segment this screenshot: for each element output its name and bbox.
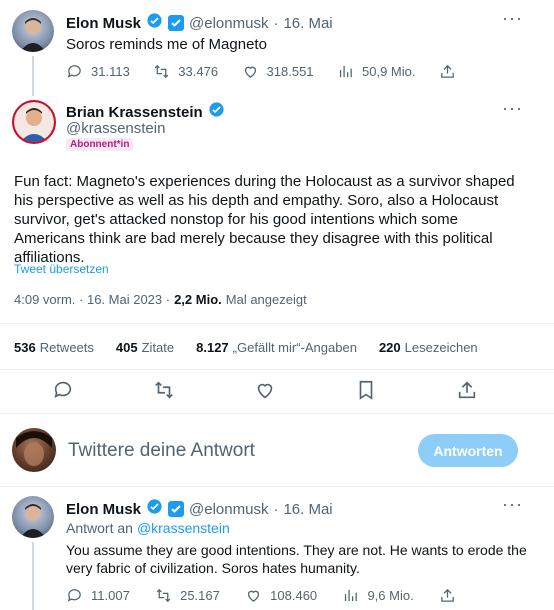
reply-count: 11.007 xyxy=(91,588,130,603)
views-button[interactable]: 50,9 Mio. xyxy=(337,63,416,80)
translate-link[interactable]: Tweet übersetzen xyxy=(14,262,109,276)
heart-icon[interactable] xyxy=(254,379,276,406)
tweet1-actions: 31.113 33.476 318.551 50,9 Mio. xyxy=(66,63,456,80)
tweet3-header: Elon Musk @elonmusk · 16. Mai xyxy=(66,498,333,520)
like-button[interactable]: 318.551 xyxy=(242,63,314,80)
avatar-brian-krassenstein[interactable] xyxy=(12,100,56,144)
stat-count: 405 xyxy=(115,340,138,355)
analytics-icon xyxy=(339,65,352,78)
tweet1-header: Elon Musk @elonmusk · 16. Mai xyxy=(66,12,333,34)
reply-to-handle[interactable]: @krassenstein xyxy=(137,520,230,536)
like-button[interactable]: 108.460 xyxy=(245,587,317,604)
tweet-text: You assume they are good intentions. The… xyxy=(66,542,527,576)
reply-button[interactable]: 11.007 xyxy=(66,587,130,604)
divider xyxy=(0,486,554,487)
views-label: Mal angezeigt xyxy=(225,292,307,307)
view-count: 50,9 Mio. xyxy=(362,64,416,79)
reply-input[interactable]: Twittere deine Antwort xyxy=(68,440,255,462)
business-badge-icon xyxy=(168,501,185,517)
avatar-current-user[interactable] xyxy=(12,428,56,472)
divider xyxy=(0,413,554,414)
reply-count: 31.113 xyxy=(91,64,130,79)
retweet-icon[interactable] xyxy=(153,379,175,406)
retweet-count: 33.476 xyxy=(178,64,219,79)
author-name[interactable]: Elon Musk xyxy=(66,15,141,32)
separator: · xyxy=(273,14,279,32)
stat-count: 220 xyxy=(378,340,401,355)
tweet-date[interactable]: 16. Mai xyxy=(283,501,332,518)
author-handle[interactable]: @elonmusk xyxy=(189,501,268,518)
timestamp-row: 4:09 vorm. · 16. Mai 2023 · 2,2 Mio. Mal… xyxy=(14,292,307,307)
subscriber-badge: Abonnent*in xyxy=(66,138,134,151)
like-count: 318.551 xyxy=(266,64,314,79)
thread-line xyxy=(32,56,34,96)
stat-bookmarks[interactable]: 220 Lesezeichen xyxy=(379,340,478,355)
reply-icon[interactable] xyxy=(52,379,74,406)
more-options-icon[interactable]: ··· xyxy=(502,8,523,29)
business-badge-icon xyxy=(168,15,185,31)
views-count: 2,2 Mio. xyxy=(174,292,222,307)
reply-icon xyxy=(67,65,81,78)
view-count: 9,6 Mio. xyxy=(367,588,414,603)
verified-badge-icon xyxy=(146,12,163,34)
main-tweet-text: Fun fact: Magneto's experiences during t… xyxy=(14,173,515,266)
more-options-icon[interactable]: ··· xyxy=(502,494,523,515)
heart-icon xyxy=(248,590,260,602)
retweet-count: 25.167 xyxy=(180,588,220,603)
author-name[interactable]: Brian Krassenstein xyxy=(66,104,203,121)
divider xyxy=(0,323,554,324)
avatar-elon-musk[interactable] xyxy=(12,496,54,538)
tweet-date[interactable]: 16. Mai xyxy=(283,15,332,32)
divider xyxy=(0,369,554,370)
reply-to-prefix: Antwort an xyxy=(66,520,133,536)
analytics-icon xyxy=(345,589,358,602)
like-count: 108.460 xyxy=(270,588,318,603)
share-button[interactable] xyxy=(439,587,456,604)
retweet-button[interactable]: 33.476 xyxy=(153,63,218,80)
tweet-timestamp[interactable]: 4:09 vorm. · 16. Mai 2023 · xyxy=(14,292,170,307)
separator: · xyxy=(273,500,279,518)
heart-icon xyxy=(244,66,256,78)
reply-to-line: Antwort an @krassenstein xyxy=(66,520,230,536)
stat-retweets[interactable]: 536 Retweets xyxy=(14,340,94,355)
stat-quotes[interactable]: 405 Zitate xyxy=(116,340,174,355)
engagement-stats: 536 Retweets 405 Zitate 8.127 „Gefällt m… xyxy=(14,340,478,355)
verified-badge-icon xyxy=(146,498,163,520)
stat-label: „Gefällt mir“-Angaben xyxy=(232,340,357,355)
stat-count: 8.127 xyxy=(196,340,229,355)
share-icon xyxy=(441,588,454,602)
retweet-button[interactable]: 25.167 xyxy=(155,587,220,604)
tweet3-actions: 11.007 25.167 108.460 9,6 Mio. xyxy=(66,587,456,604)
stat-label: Zitate xyxy=(141,340,175,355)
reply-submit-button[interactable]: Antworten xyxy=(418,434,518,467)
tweet-text: Soros reminds me of Magneto xyxy=(66,36,267,53)
share-button[interactable] xyxy=(439,63,456,80)
share-icon xyxy=(441,64,454,78)
stat-label: Lesezeichen xyxy=(404,340,478,355)
share-icon[interactable] xyxy=(456,379,478,406)
more-options-icon[interactable]: ··· xyxy=(502,98,523,119)
avatar-elon-musk[interactable] xyxy=(12,10,54,52)
bookmark-icon[interactable] xyxy=(355,379,377,406)
main-tweet-action-bar xyxy=(52,379,478,406)
retweet-icon xyxy=(154,64,169,79)
reply-icon xyxy=(67,589,81,602)
author-handle[interactable]: @elonmusk xyxy=(189,15,268,32)
author-name[interactable]: Elon Musk xyxy=(66,501,141,518)
stat-likes[interactable]: 8.127 „Gefällt mir“-Angaben xyxy=(196,340,357,355)
stat-count: 536 xyxy=(14,340,36,355)
stat-label: Retweets xyxy=(39,340,94,355)
views-button[interactable]: 9,6 Mio. xyxy=(342,587,414,604)
reply-button[interactable]: 31.113 xyxy=(66,63,130,80)
author-handle[interactable]: @krassenstein xyxy=(66,120,165,137)
retweet-icon xyxy=(156,588,171,603)
thread-line xyxy=(32,542,34,610)
verified-badge-icon xyxy=(208,101,225,123)
